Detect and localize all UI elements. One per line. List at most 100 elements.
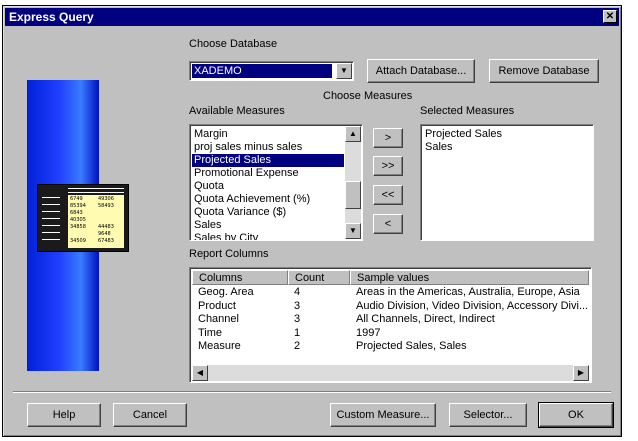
remove-all-measures-button[interactable]: << xyxy=(373,185,403,205)
database-dropdown-button[interactable]: ▼ xyxy=(336,63,352,79)
arrow-up-icon: ▲ xyxy=(349,129,357,138)
cell-count: 1 xyxy=(294,326,301,339)
cell-column-name: Channel xyxy=(198,313,239,325)
attach-database-label: Attach Database... xyxy=(375,65,467,77)
spreadsheet-illustration: 6749 85394 6843 40305 34858 34509 49306 58493 4… xyxy=(37,184,129,252)
available-measure-item[interactable]: Quota Achievement (%) xyxy=(192,193,344,206)
available-measure-item[interactable]: Quota Variance ($) xyxy=(192,206,344,219)
selector-label: Selector... xyxy=(463,409,513,421)
close-button[interactable]: ✕ xyxy=(603,10,617,23)
illustration-value: 34858 xyxy=(70,224,86,230)
available-measure-item[interactable]: Sales by City xyxy=(192,232,344,240)
illustration-value: 58493 xyxy=(98,203,114,209)
illustration-header-lines xyxy=(68,188,124,193)
report-columns-table[interactable]: Columns Count Sample values Geog. Area 4 A… xyxy=(189,267,592,383)
window-title: Express Query xyxy=(9,10,94,24)
illustration-left-values: 6749 85394 6843 40305 34858 34509 xyxy=(70,196,94,245)
available-measure-item[interactable]: Promotional Expense xyxy=(192,167,344,180)
available-measure-item[interactable]: Projected Sales xyxy=(192,154,344,167)
illustration-right-values: 49306 58493 44483 9648 67483 xyxy=(98,196,122,245)
available-measure-item[interactable]: Margin xyxy=(192,128,344,141)
cell-count: 3 xyxy=(294,313,301,325)
scroll-right-button[interactable]: ▶ xyxy=(573,365,589,381)
illustration-data-area: 6749 85394 6843 40305 34858 34509 49306 58493 4… xyxy=(68,195,124,248)
cell-count: 4 xyxy=(294,286,301,298)
help-label: Help xyxy=(52,409,76,421)
custom-measure-button[interactable]: Custom Measure... xyxy=(330,403,436,427)
column-header-count[interactable]: Count xyxy=(288,270,350,285)
database-selected-value: XADEMO xyxy=(192,64,332,78)
available-measure-item[interactable]: proj sales minus sales xyxy=(192,141,344,154)
ok-label: OK xyxy=(568,409,584,421)
selected-measure-item[interactable]: Projected Sales xyxy=(423,128,588,141)
illustration-value: 49306 xyxy=(98,196,114,202)
selected-measures-list[interactable]: Projected Sales Sales xyxy=(420,124,594,241)
cell-sample-values: Projected Sales, Sales xyxy=(356,340,467,352)
illustration-value: 34509 xyxy=(70,238,86,244)
available-measures-scrollbar[interactable]: ▲ ▼ xyxy=(345,126,361,239)
illustration-value: 6749 xyxy=(70,196,83,202)
cell-column-name: Measure xyxy=(198,340,241,352)
report-horizontal-scrollbar[interactable]: ◀ ▶ xyxy=(192,365,589,381)
add-measure-button[interactable]: > xyxy=(373,128,403,148)
database-select[interactable]: XADEMO ▼ xyxy=(189,61,354,81)
selected-measure-item[interactable]: Sales xyxy=(423,141,588,154)
express-query-dialog: Express Query ✕ 6749 85394 6843 40305 34858 3… xyxy=(2,5,622,437)
cell-count: 2 xyxy=(294,340,301,352)
attach-database-button[interactable]: Attach Database... xyxy=(367,59,475,83)
remove-all-icon: << xyxy=(381,189,395,201)
report-table-header: Columns Count Sample values xyxy=(192,270,589,285)
cell-column-name: Time xyxy=(198,326,223,339)
cell-sample-values: Areas in the Americas, Australia, Europe… xyxy=(356,286,580,298)
add-measure-icon: > xyxy=(384,132,392,144)
table-row[interactable]: Product 3 Audio Division, Video Division, … xyxy=(192,300,589,313)
illustration-value xyxy=(98,217,122,224)
illustration-value: 40305 xyxy=(70,217,86,223)
scroll-left-button[interactable]: ◀ xyxy=(192,365,208,381)
available-measures-label: Available Measures xyxy=(189,105,285,117)
remove-database-button[interactable]: Remove Database xyxy=(489,59,599,83)
column-header-sample-values[interactable]: Sample values xyxy=(350,270,589,285)
cancel-label: Cancel xyxy=(132,409,168,421)
cell-column-name: Product xyxy=(198,299,236,312)
selected-measures-label: Selected Measures xyxy=(420,105,515,117)
cell-sample-values: Audio Division, Video Division, Accessor… xyxy=(356,299,588,312)
cancel-button[interactable]: Cancel xyxy=(113,403,187,427)
choose-database-label: Choose Database xyxy=(189,38,278,50)
arrow-right-icon: ▶ xyxy=(577,368,585,377)
title-bar: Express Query ✕ xyxy=(5,8,619,26)
help-button[interactable]: Help xyxy=(27,403,101,427)
available-measure-item[interactable]: Sales xyxy=(192,219,344,232)
illustration-value xyxy=(70,231,94,238)
scroll-up-button[interactable]: ▲ xyxy=(345,126,361,142)
ok-button[interactable]: OK xyxy=(538,402,614,428)
report-columns-label: Report Columns xyxy=(189,248,269,260)
cell-sample-values: 1997 xyxy=(356,326,381,339)
table-row[interactable]: Measure 2 Projected Sales, Sales xyxy=(192,340,589,353)
scroll-thumb[interactable] xyxy=(345,181,361,209)
close-icon: ✕ xyxy=(605,11,615,22)
illustration-value: 6843 xyxy=(70,210,83,216)
illustration-value: 44483 xyxy=(98,224,114,230)
cell-count: 3 xyxy=(294,299,301,312)
add-all-measures-button[interactable]: >> xyxy=(373,156,403,176)
choose-measures-label: Choose Measures xyxy=(323,90,413,102)
arrow-left-icon: ◀ xyxy=(196,368,204,377)
table-row[interactable]: Time 1 1997 xyxy=(192,327,589,340)
add-all-icon: >> xyxy=(381,160,395,172)
custom-measure-label: Custom Measure... xyxy=(336,409,430,421)
selector-button[interactable]: Selector... xyxy=(449,403,527,427)
illustration-value xyxy=(98,210,122,217)
remove-measure-icon: < xyxy=(384,218,392,230)
column-header-columns[interactable]: Columns xyxy=(192,270,288,285)
illustration-value: 67483 xyxy=(98,238,114,244)
illustration-value: 9648 xyxy=(98,231,111,237)
report-table-body: Geog. Area 4 Areas in the Americas, Austra… xyxy=(192,286,589,364)
scroll-down-button[interactable]: ▼ xyxy=(345,223,361,239)
table-row[interactable]: Geog. Area 4 Areas in the Americas, Austra… xyxy=(192,286,589,299)
remove-database-label: Remove Database xyxy=(498,65,590,77)
remove-measure-button[interactable]: < xyxy=(373,214,403,234)
available-measure-item[interactable]: Quota xyxy=(192,180,344,193)
available-measures-list[interactable]: Margin proj sales minus sales Projected Sa… xyxy=(189,124,363,241)
table-row[interactable]: Channel 3 All Channels, Direct, Indirect xyxy=(192,313,589,326)
